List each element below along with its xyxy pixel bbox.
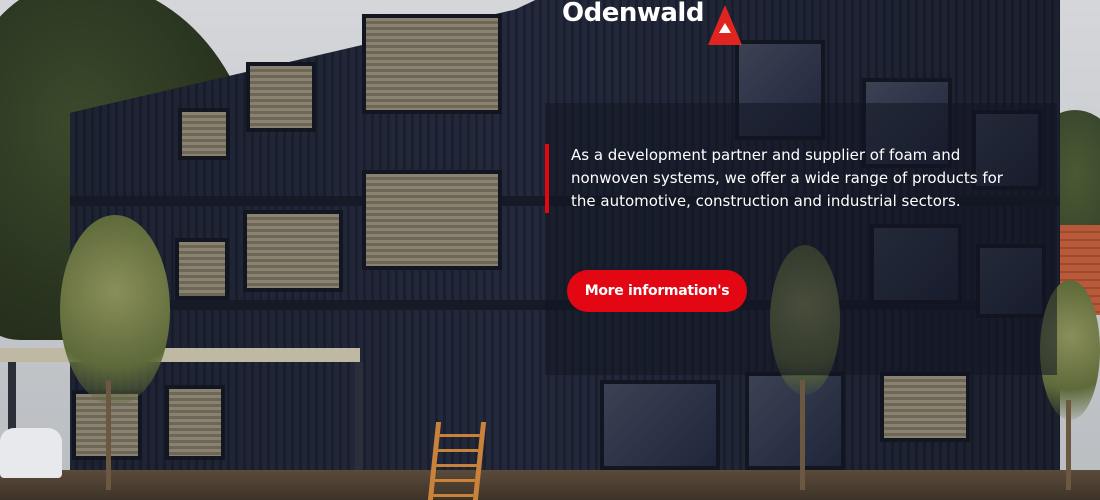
window: [175, 238, 229, 300]
window: [600, 380, 720, 470]
tree-trunk: [1066, 400, 1071, 490]
logo-text: Odenwald: [562, 0, 704, 28]
ladder: [427, 422, 487, 500]
odenwald-triangle-logo-icon: [707, 5, 742, 45]
odenwald-logo: Odenwald: [562, 0, 742, 45]
tree: [60, 215, 170, 405]
more-information-button[interactable]: More information's: [567, 270, 747, 312]
entrance-canopy: [0, 348, 360, 362]
window: [243, 210, 343, 292]
parked-car: [0, 428, 62, 478]
window: [246, 62, 316, 132]
window: [362, 170, 502, 270]
intro-text: As a development partner and supplier of…: [571, 146, 1003, 210]
window: [880, 372, 970, 442]
window: [165, 385, 225, 460]
intro-block: As a development partner and supplier of…: [545, 144, 1015, 213]
tree-trunk: [800, 380, 805, 490]
window: [362, 14, 502, 114]
tree-trunk: [106, 380, 111, 490]
ground: [0, 470, 1100, 500]
window: [178, 108, 230, 160]
hero-section: Odenwald As a development partner and su…: [0, 0, 1100, 500]
